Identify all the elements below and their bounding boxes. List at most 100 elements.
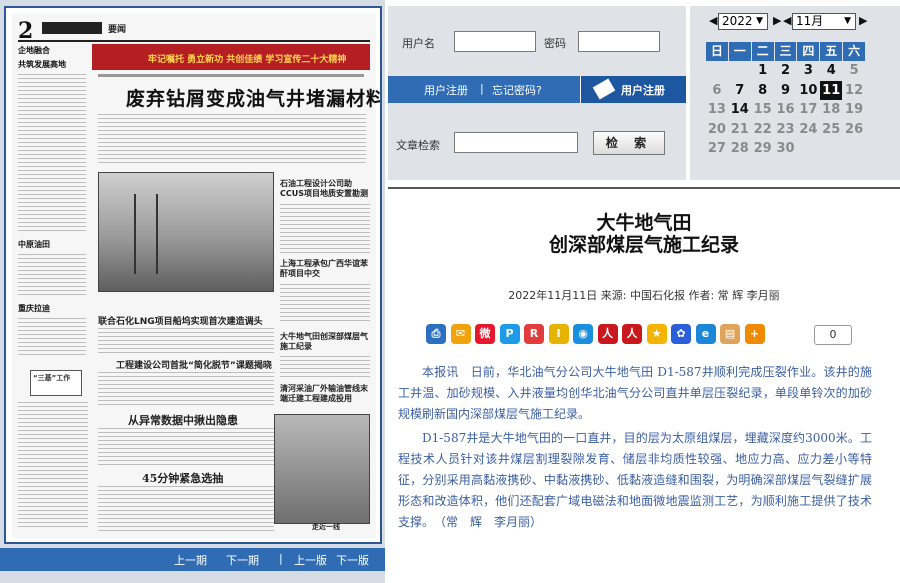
calendar-day[interactable]: 2 xyxy=(775,61,797,80)
share-qzone-icon[interactable]: P xyxy=(499,324,520,344)
calendar-week-row: 6 7 8 9 10 11 12 xyxy=(706,80,866,100)
next-month-arrow-icon[interactable]: ▶ xyxy=(859,14,867,27)
article-title-line: 创深部煤层气施工纪录 xyxy=(548,234,739,256)
password-input[interactable] xyxy=(578,31,660,52)
section-name: 要闻 xyxy=(108,25,127,35)
page-headline: 废弃钻屑变成油气井堵漏材料 xyxy=(126,88,382,110)
text-block xyxy=(18,318,86,358)
share-print-icon[interactable]: ⎙ xyxy=(426,324,446,344)
issue-calendar: ◀ 2022 ▼ ▶ ◀ 11月 ▼ ▶ 日一二三四五六 1 2 3 4 5 6 7 8 9 10 11… xyxy=(690,6,900,180)
calendar-week-row: 20 21 22 23 24 25 26 xyxy=(706,120,866,139)
forgot-password-link[interactable]: 忘记密码? xyxy=(492,82,542,98)
masthead-rule xyxy=(18,40,370,42)
text-block xyxy=(98,114,366,166)
newspaper-page: 2 要闻 企地融合 共筑发展高地 中原油田 重庆拉迪 牢记嘱托 勇立新功 共创佳… xyxy=(12,14,380,538)
calendar-day: 29 xyxy=(753,140,772,156)
calendar-day[interactable]: 7 xyxy=(729,81,751,100)
username-input[interactable] xyxy=(454,31,536,52)
oilfield-photo xyxy=(98,172,274,292)
text-block xyxy=(18,74,86,234)
weekday-header: 六 xyxy=(843,42,866,61)
username-label: 用户名 xyxy=(402,37,435,50)
share-people-icon[interactable]: 人 xyxy=(597,324,618,344)
month-select[interactable]: 11月 ▼ xyxy=(792,13,856,30)
banner-text: 牢记嘱托 勇立新功 共创佳绩 学习宣传二十大精神 xyxy=(148,55,347,65)
calendar-day[interactable]: 3 xyxy=(797,61,819,80)
calendar-weekday-row: 日一二三四五六 xyxy=(706,42,866,61)
prev-issue-link[interactable]: 上一期 xyxy=(174,552,207,568)
share-more-icon[interactable]: + xyxy=(744,324,765,344)
year-select[interactable]: 2022 ▼ xyxy=(718,13,768,30)
text-block xyxy=(18,402,88,530)
prev-year-arrow-icon[interactable]: ◀ xyxy=(709,14,717,27)
article-paragraph: 本报讯 日前，华北油气分公司大牛地气田 D1-587井顺利完成压裂作业。该井的施… xyxy=(398,365,872,421)
text-block xyxy=(98,486,274,532)
calendar-day: 13 xyxy=(707,102,726,118)
calendar-day: 24 xyxy=(799,121,818,137)
left-col-title: 重庆拉迪 xyxy=(18,304,50,313)
share-renren-icon[interactable]: R xyxy=(524,324,544,344)
calendar-empty-cell xyxy=(706,61,728,80)
page-navigation-bar: 上一期 下一期 | 上一版 下一版 xyxy=(0,548,385,571)
prev-month-arrow-icon[interactable]: ◀ xyxy=(783,14,791,27)
section-divider xyxy=(388,187,900,189)
calendar-day: 25 xyxy=(822,121,841,137)
next-page-link[interactable]: 下一版 xyxy=(336,552,369,568)
year-value: 2022 xyxy=(722,14,753,28)
sub-headline: 清河采油厂外输油管线末端迁建工程建成投用 xyxy=(280,384,368,403)
article-body: 本报讯 日前，华北油气分公司大牛地气田 D1-587井顺利完成压裂作业。该井的施… xyxy=(398,362,872,536)
newspaper-masthead xyxy=(42,22,102,34)
tag-icon xyxy=(592,78,616,100)
prev-page-link[interactable]: 上一版 xyxy=(294,552,327,568)
share-favorite-icon[interactable]: ★ xyxy=(646,324,667,344)
share-copy-icon[interactable]: ▤ xyxy=(720,324,740,344)
calendar-day: 16 xyxy=(776,102,795,118)
share-tieba-icon[interactable]: I xyxy=(548,324,569,344)
weekday-header: 五 xyxy=(820,42,843,61)
next-issue-link[interactable]: 下一期 xyxy=(226,552,259,568)
sub-headline: 联合石化LNG项目船坞实现首次建造调头 xyxy=(98,317,263,327)
calendar-empty-cell xyxy=(797,139,819,158)
calendar-day: 17 xyxy=(799,102,818,118)
newspaper-page-image[interactable]: 2 要闻 企地融合 共筑发展高地 中原油田 重庆拉迪 牢记嘱托 勇立新功 共创佳… xyxy=(4,6,382,544)
nav-separator: | xyxy=(279,552,283,565)
sub-headline: 石油工程设计公司助CCUS项目地质安置勘测 xyxy=(280,179,368,198)
calendar-week-row: 27 28 29 30 xyxy=(706,139,866,158)
derrick-figure xyxy=(134,194,158,274)
calendar-day[interactable]: 8 xyxy=(752,81,774,100)
calendar-day: 12 xyxy=(845,82,864,98)
share-people2-icon[interactable]: 人 xyxy=(622,324,642,344)
calendar-day[interactable]: 9 xyxy=(775,81,797,100)
calendar-empty-cell xyxy=(843,139,865,158)
calendar-empty-cell xyxy=(820,139,842,158)
calendar-grid: 日一二三四五六 1 2 3 4 5 6 7 8 9 10 11 12 13 14 15 16 17 18 19 20 2… xyxy=(706,42,866,158)
facility-photo xyxy=(274,414,370,524)
calendar-day[interactable]: 4 xyxy=(820,61,842,80)
calendar-day[interactable]: 1 xyxy=(752,61,774,80)
calendar-day[interactable]: 14 xyxy=(729,100,751,119)
page-preview-panel: 2 要闻 企地融合 共筑发展高地 中原油田 重庆拉迪 牢记嘱托 勇立新功 共创佳… xyxy=(0,0,385,583)
share-kaixin-icon[interactable]: ◉ xyxy=(573,324,593,344)
weekday-header: 四 xyxy=(797,42,820,61)
footer-column-label: 走近一线 xyxy=(312,523,340,531)
user-register-link[interactable]: 用户注册 xyxy=(424,82,468,98)
app-root: 2 要闻 企地融合 共筑发展高地 中原油田 重庆拉迪 牢记嘱托 勇立新功 共创佳… xyxy=(0,0,900,583)
share-weibo-icon[interactable]: 微 xyxy=(475,324,495,344)
next-year-arrow-icon[interactable]: ▶ xyxy=(773,14,781,27)
share-baidu-icon[interactable]: ✿ xyxy=(671,324,691,344)
text-block xyxy=(98,372,274,406)
article-search-input[interactable] xyxy=(454,132,578,153)
calendar-day: 22 xyxy=(753,121,772,137)
share-ie-icon[interactable]: e xyxy=(695,324,716,344)
sub-headline: 上海工程承包广西华谊苯酐项目中交 xyxy=(280,259,368,278)
share-email-icon[interactable]: ✉ xyxy=(450,324,471,344)
calendar-day: 18 xyxy=(822,102,841,118)
search-button[interactable]: 检 索 xyxy=(593,131,665,155)
article-meta: 2022年11月11日 来源: 中国石化报 作者: 常 辉 李月丽 xyxy=(508,289,780,302)
calendar-day[interactable]: 10 xyxy=(797,81,819,100)
text-block xyxy=(98,428,274,466)
calendar-day[interactable]: 11 xyxy=(820,80,843,100)
register-button[interactable]: 用户注册 xyxy=(580,76,686,103)
share-count-badge: 0 xyxy=(814,325,852,345)
link-separator: | xyxy=(480,82,484,95)
